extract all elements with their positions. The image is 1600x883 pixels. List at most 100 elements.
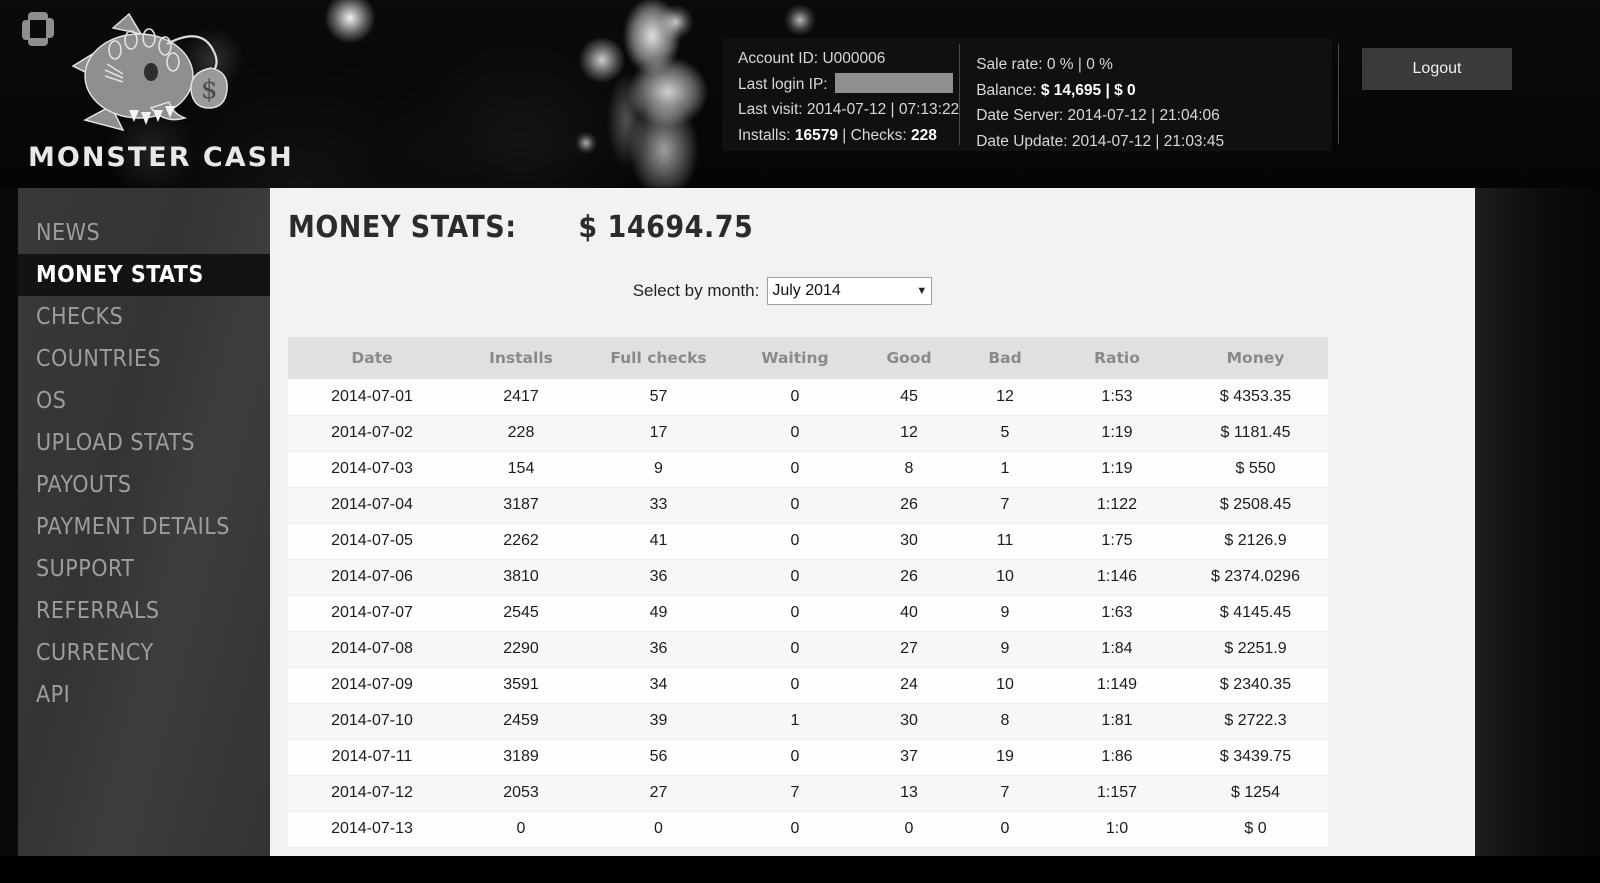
table-header-row: Date Installs Full checks Waiting Good Bad Rat… xyxy=(288,337,1328,379)
cell-money: $ 550 xyxy=(1183,451,1328,488)
cell-installs: 3189 xyxy=(456,739,586,776)
left-rail xyxy=(0,188,18,856)
header-divider xyxy=(1338,44,1339,144)
cell-full-checks: 41 xyxy=(586,523,731,560)
column-header-money: Money xyxy=(1183,337,1328,379)
cell-ratio: 1:75 xyxy=(1051,523,1183,560)
cell-date: 2014-07-04 xyxy=(288,487,456,524)
cell-ratio: 1:122 xyxy=(1051,487,1183,524)
sidebar-item-support[interactable]: SUPPORT xyxy=(18,548,270,590)
table-row: 2014-07-01 2417 57 0 45 12 1:53 $ 4353.35 xyxy=(288,379,1328,416)
money-stats-table-wrap: Date Installs Full checks Waiting Good Bad Rat… xyxy=(288,337,1328,848)
cell-good: 24 xyxy=(859,667,959,704)
cell-money: $ 4353.35 xyxy=(1183,379,1328,416)
cell-bad: 8 xyxy=(959,703,1051,740)
table-row: 2014-07-13 0 0 0 0 0 1:0 $ 0 xyxy=(288,811,1328,848)
sidebar-item-payment-details[interactable]: PAYMENT DETAILS xyxy=(18,506,270,548)
cell-full-checks: 57 xyxy=(586,379,731,416)
sale-rate-label: Sale rate: xyxy=(976,56,1043,73)
last-visit-value: 2014-07-12 | 07:13:22 xyxy=(806,101,960,118)
right-rail xyxy=(1475,188,1600,856)
sidebar-item-payouts[interactable]: PAYOUTS xyxy=(18,464,270,506)
cell-ratio: 1:81 xyxy=(1051,703,1183,740)
sidebar-item-os[interactable]: OS xyxy=(18,380,270,422)
sale-rate-row: Sale rate: 0 % | 0 % xyxy=(976,52,1224,78)
cell-ratio: 1:149 xyxy=(1051,667,1183,704)
cell-date: 2014-07-13 xyxy=(288,811,456,848)
table-row: 2014-07-02 228 17 0 12 5 1:19 $ 1181.45 xyxy=(288,415,1328,452)
svg-text:$: $ xyxy=(201,75,218,105)
cell-good: 26 xyxy=(859,559,959,596)
date-update-label: Date Update: xyxy=(976,132,1068,150)
sidebar-item-news[interactable]: NEWS xyxy=(18,212,270,254)
column-header-date: Date xyxy=(288,337,456,379)
table-row: 2014-07-08 2290 36 0 27 9 1:84 $ 2251.9 xyxy=(288,631,1328,668)
table-row: 2014-07-11 3189 56 0 37 19 1:86 $ 3439.75 xyxy=(288,739,1328,776)
cell-ratio: 1:86 xyxy=(1051,739,1183,776)
date-update-row: Date Update: 2014-07-12 | 21:03:45 xyxy=(976,129,1224,155)
installs-value: 16579 xyxy=(794,126,838,144)
sidebar-item-money-stats[interactable]: MONEY STATS xyxy=(18,254,270,296)
cell-date: 2014-07-07 xyxy=(288,595,456,632)
cell-money: $ 2126.9 xyxy=(1183,523,1328,560)
month-filter-row: Select by month: July 2014 ▼ xyxy=(270,277,1475,305)
cell-money: $ 2722.3 xyxy=(1183,703,1328,740)
column-header-bad: Bad xyxy=(959,337,1051,379)
cell-installs: 2290 xyxy=(456,631,586,668)
sidebar-item-api[interactable]: API xyxy=(18,674,270,716)
sidebar-nav: NEWS MONEY STATS CHECKS COUNTRIES OS UPLOAD S… xyxy=(18,188,270,856)
sidebar-item-currency[interactable]: CURRENCY xyxy=(18,632,270,674)
cell-money: $ 1254 xyxy=(1183,775,1328,812)
app-root: $ MONSTER CASH Account ID: U000006 Last … xyxy=(0,0,1600,883)
cell-date: 2014-07-09 xyxy=(288,667,456,704)
cell-full-checks: 34 xyxy=(586,667,731,704)
cell-bad: 19 xyxy=(959,739,1051,776)
cell-installs: 3810 xyxy=(456,559,586,596)
cell-date: 2014-07-08 xyxy=(288,631,456,668)
cell-date: 2014-07-01 xyxy=(288,379,456,416)
balance-value: $ 14,695 | $ 0 xyxy=(1040,81,1136,99)
logout-button[interactable]: Logout xyxy=(1362,48,1512,90)
cell-full-checks: 49 xyxy=(586,595,731,632)
sidebar-item-referrals[interactable]: REFERRALS xyxy=(18,590,270,632)
cell-installs: 228 xyxy=(456,415,586,452)
page-title: MONEY STATS: $ 14694.75 xyxy=(288,210,1475,245)
cell-ratio: 1:63 xyxy=(1051,595,1183,632)
cell-date: 2014-07-12 xyxy=(288,775,456,812)
cell-full-checks: 36 xyxy=(586,631,731,668)
column-header-good: Good xyxy=(859,337,959,379)
cell-full-checks: 0 xyxy=(586,811,731,848)
cell-waiting: 0 xyxy=(731,379,859,416)
cell-full-checks: 33 xyxy=(586,487,731,524)
cell-ratio: 1:19 xyxy=(1051,415,1183,452)
cell-good: 40 xyxy=(859,595,959,632)
cell-full-checks: 27 xyxy=(586,775,731,812)
cell-waiting: 0 xyxy=(731,739,859,776)
cell-waiting: 7 xyxy=(731,775,859,812)
month-select[interactable]: July 2014 ▼ xyxy=(767,277,933,305)
cell-bad: 1 xyxy=(959,451,1051,488)
column-header-waiting: Waiting xyxy=(731,337,859,379)
table-row: 2014-07-03 154 9 0 8 1 1:19 $ 550 xyxy=(288,451,1328,488)
cell-waiting: 1 xyxy=(731,703,859,740)
sidebar-item-checks[interactable]: CHECKS xyxy=(18,296,270,338)
cell-bad: 11 xyxy=(959,523,1051,560)
sidebar-item-upload-stats[interactable]: UPLOAD STATS xyxy=(18,422,270,464)
cell-installs: 2417 xyxy=(456,379,586,416)
column-header-installs: Installs xyxy=(456,337,586,379)
cell-date: 2014-07-02 xyxy=(288,415,456,452)
header-banner: $ MONSTER CASH Account ID: U000006 Last … xyxy=(0,0,1600,188)
account-id-label: Account ID: xyxy=(738,50,819,67)
page-title-label: MONEY STATS: xyxy=(288,210,517,245)
table-head: Date Installs Full checks Waiting Good Bad Rat… xyxy=(288,337,1328,379)
brand-logo[interactable]: $ MONSTER CASH xyxy=(0,0,320,188)
cell-good: 26 xyxy=(859,487,959,524)
anglerfish-logo-icon: $ xyxy=(71,12,228,132)
balance-label: Balance: xyxy=(976,81,1037,99)
cell-good: 45 xyxy=(859,379,959,416)
chevron-down-icon: ▼ xyxy=(916,285,928,297)
cell-full-checks: 56 xyxy=(586,739,731,776)
table-row: 2014-07-04 3187 33 0 26 7 1:122 $ 2508.45 xyxy=(288,487,1328,524)
sidebar-item-countries[interactable]: COUNTRIES xyxy=(18,338,270,380)
table-row: 2014-07-12 2053 27 7 13 7 1:157 $ 1254 xyxy=(288,775,1328,812)
